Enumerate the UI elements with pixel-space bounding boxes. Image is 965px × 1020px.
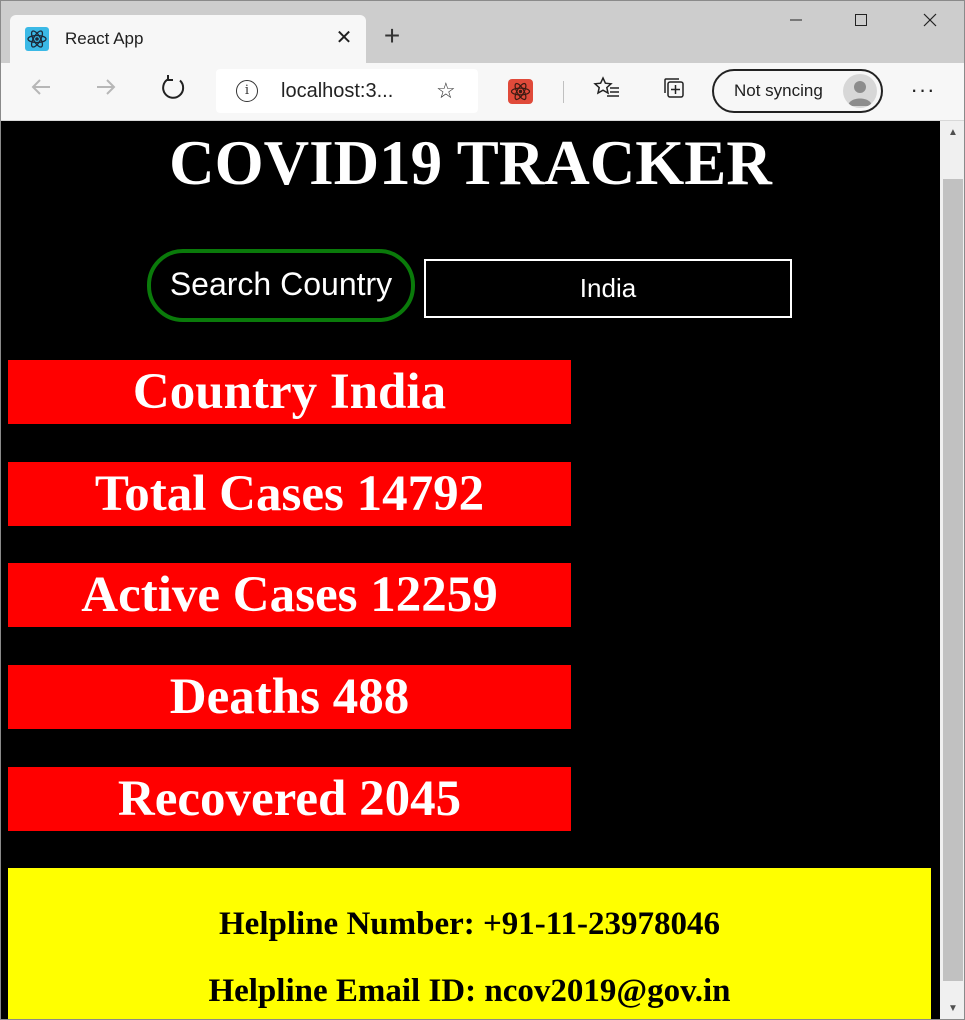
browser-window: React App ✕ + i localhost:3... ☆ Not syn… <box>0 0 965 1020</box>
deaths-stat: Deaths 488 <box>8 665 571 729</box>
minimize-icon[interactable] <box>773 9 819 39</box>
plus-icon[interactable]: + <box>377 21 407 51</box>
country-stat: Country India <box>8 360 571 424</box>
page-viewport: COVID19 TRACKER Search Country Country I… <box>1 121 940 1019</box>
country-search-input[interactable] <box>424 259 792 318</box>
scroll-up-arrow-icon[interactable]: ▲ <box>940 123 964 143</box>
arrow-right-icon[interactable] <box>88 74 124 110</box>
info-icon[interactable]: i <box>236 80 258 102</box>
window-close-icon[interactable] <box>907 9 953 39</box>
address-bar[interactable]: i localhost:3... ☆ <box>216 69 478 113</box>
more-icon[interactable]: ··· <box>908 74 938 110</box>
maximize-icon[interactable] <box>838 9 884 39</box>
vertical-scrollbar[interactable]: ▲ ▼ <box>940 121 964 1019</box>
page-title: COVID19 TRACKER <box>169 128 772 198</box>
address-text: localhost:3... <box>281 80 394 102</box>
scrollbar-thumb[interactable] <box>943 179 963 981</box>
refresh-icon[interactable] <box>155 74 191 110</box>
favorites-icon[interactable] <box>589 74 625 110</box>
helpline-email: Helpline Email ID: ncov2019@gov.in <box>208 973 731 1009</box>
avatar-icon <box>843 74 877 108</box>
react-icon <box>25 27 49 51</box>
sync-label: Not syncing <box>734 81 823 100</box>
close-icon[interactable]: ✕ <box>332 26 356 50</box>
search-country-label: Search Country <box>147 249 415 322</box>
scroll-down-arrow-icon[interactable]: ▼ <box>940 999 964 1019</box>
star-add-icon[interactable]: ☆ <box>436 78 456 104</box>
tab-title: React App <box>65 29 144 48</box>
active-cases-stat: Active Cases 12259 <box>8 563 571 627</box>
react-devtools-icon[interactable] <box>508 79 533 104</box>
helpline-panel: Helpline Number: +91-11-23978046 Helplin… <box>8 868 931 1019</box>
arrow-left-icon[interactable] <box>23 74 59 110</box>
recovered-stat: Recovered 2045 <box>8 767 571 831</box>
title-bar: React App ✕ + <box>1 1 964 63</box>
toolbar-divider <box>563 81 564 103</box>
browser-tab[interactable]: React App ✕ <box>10 15 366 63</box>
browser-toolbar: i localhost:3... ☆ Not syncing ··· <box>1 63 964 121</box>
collections-icon[interactable] <box>656 74 692 110</box>
total-cases-stat: Total Cases 14792 <box>8 462 571 526</box>
sync-button[interactable]: Not syncing <box>712 69 883 113</box>
helpline-number: Helpline Number: +91-11-23978046 <box>219 906 720 942</box>
